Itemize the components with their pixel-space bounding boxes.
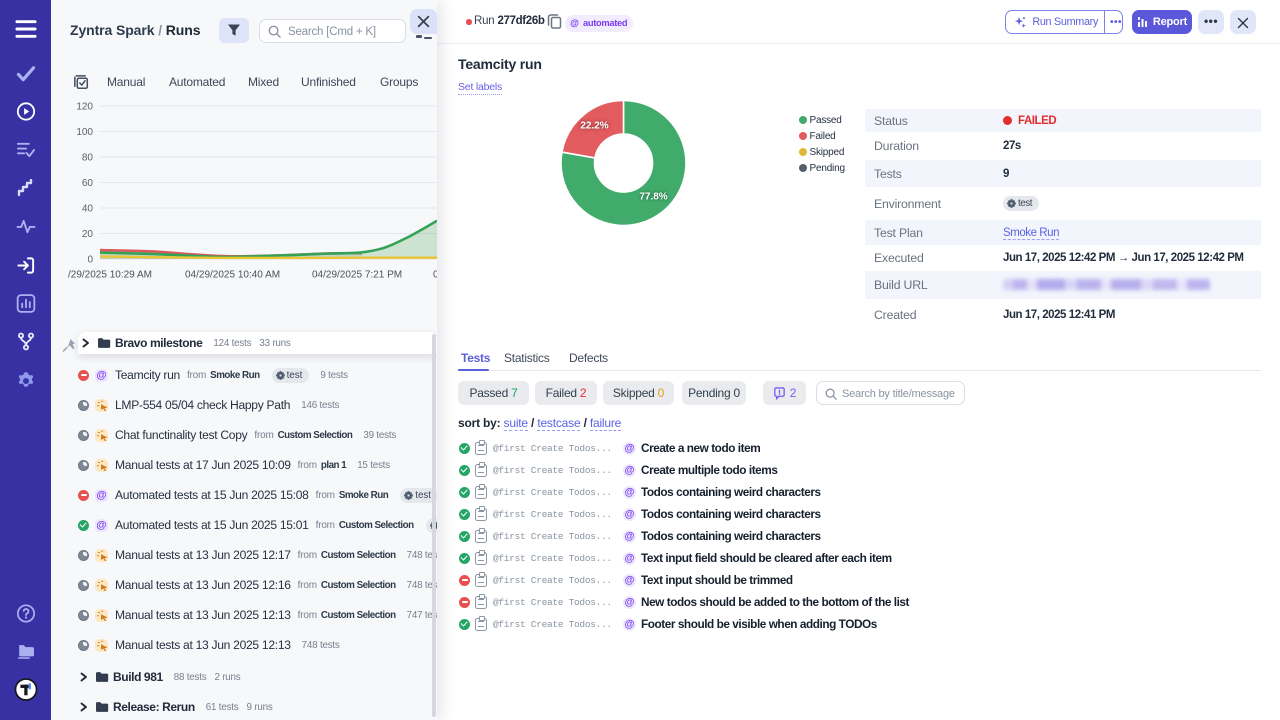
svg-text:60: 60 <box>82 178 94 189</box>
svg-text:120: 120 <box>76 102 93 113</box>
svg-text:0: 0 <box>433 270 437 281</box>
svg-text:0: 0 <box>87 255 93 266</box>
svg-text:20: 20 <box>82 229 94 240</box>
svg-text:04/29/2025 7:21 PM: 04/29/2025 7:21 PM <box>312 270 402 281</box>
svg-text:04/29/2025 10:40 AM: 04/29/2025 10:40 AM <box>185 270 280 281</box>
svg-text:100: 100 <box>76 127 93 138</box>
svg-text:/29/2025 10:29 AM: /29/2025 10:29 AM <box>68 270 152 281</box>
svg-text:80: 80 <box>82 153 94 164</box>
svg-text:40: 40 <box>82 204 94 215</box>
